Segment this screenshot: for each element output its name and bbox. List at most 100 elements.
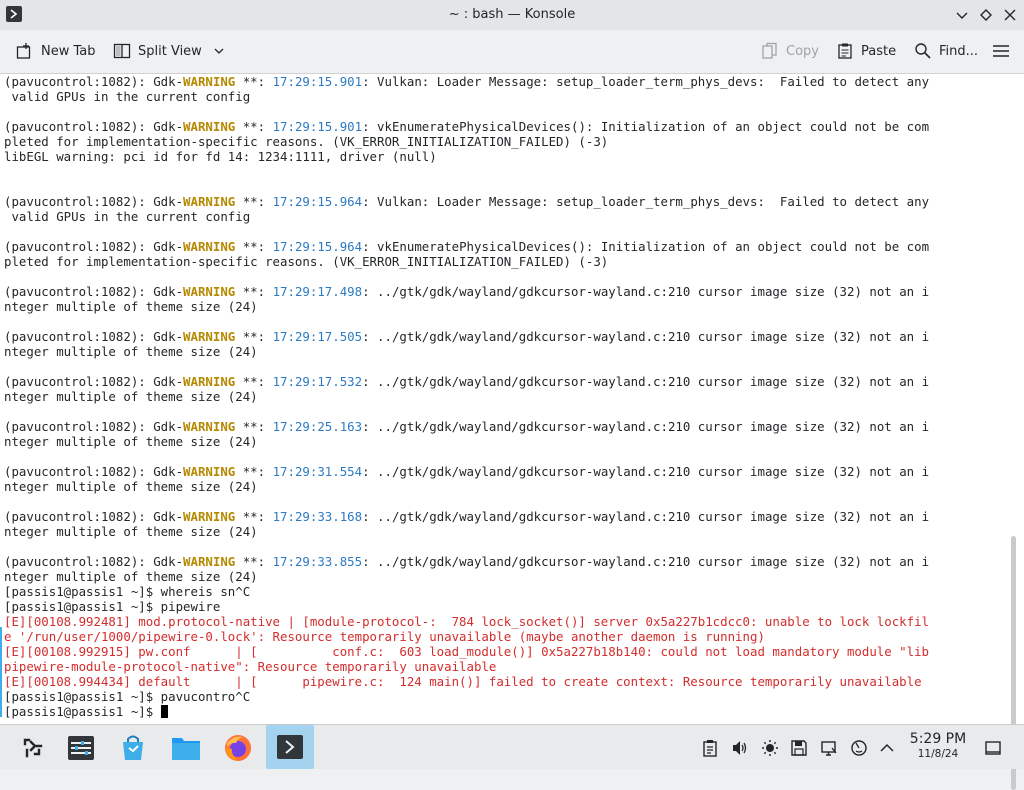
paste-button[interactable]: Paste <box>836 41 896 61</box>
clipboard-icon[interactable] <box>701 739 719 757</box>
line-text: pleted for implementation-specific reaso… <box>4 134 609 149</box>
warning-tag: WARNING <box>183 194 236 209</box>
line-text: pleted for implementation-specific reaso… <box>4 254 609 269</box>
terminal-line: (pavucontrol:1082): Gdk-WARNING **: 17:2… <box>4 284 1000 299</box>
window-title: ~ : bash — Konsole <box>448 7 576 22</box>
line-text: nteger multiple of theme size (24) <box>4 479 258 494</box>
line-text: **: <box>235 74 273 89</box>
volume-icon[interactable] <box>731 739 749 757</box>
error-text: [E][00108.992915] pw.conf | [ conf.c: 60… <box>4 644 930 659</box>
line-text: (pavucontrol:1082): Gdk- <box>4 419 184 434</box>
timestamp: 17:29:17.498 <box>272 284 363 299</box>
terminal-view[interactable]: (pavucontrol:1082): Gdk-WARNING **: 17:2… <box>0 74 1024 790</box>
line-text: **: <box>235 554 273 569</box>
terminal-line: nteger multiple of theme size (24) <box>4 389 1000 404</box>
toolbar: New Tab Split View Copy Paste Find... <box>0 30 1024 74</box>
line-text: : ../gtk/gdk/wayland/gdkcursor-wayland.c… <box>362 464 930 479</box>
find-label: Find... <box>939 43 979 59</box>
terminal-line: [E][00108.994434] default | [ pipewire.c… <box>4 674 1000 689</box>
line-text: **: <box>235 464 273 479</box>
terminal-line: [passis1@passis1 ~]$ whereis sn^C <box>4 584 1000 599</box>
find-button[interactable]: Find... <box>914 41 978 61</box>
line-text: **: <box>235 374 273 389</box>
taskbar <box>0 724 1024 769</box>
line-text: nteger multiple of theme size (24) <box>4 434 258 449</box>
warning-tag: WARNING <box>183 284 236 299</box>
timestamp: 17:29:15.901 <box>272 74 363 89</box>
line-text: : Vulkan: Loader Message: setup_loader_t… <box>362 194 930 209</box>
system-settings-icon[interactable] <box>61 729 101 767</box>
terminal-line: (pavucontrol:1082): Gdk-WARNING **: 17:2… <box>4 509 1000 524</box>
line-text: **: <box>235 239 273 254</box>
line-text: (pavucontrol:1082): Gdk- <box>4 119 184 134</box>
terminal-line: nteger multiple of theme size (24) <box>4 524 1000 539</box>
new-tab-icon <box>16 43 31 59</box>
warning-tag: WARNING <box>183 74 236 89</box>
split-view-button[interactable]: Split View <box>113 41 225 61</box>
paste-label: Paste <box>861 43 897 59</box>
warning-tag: WARNING <box>183 329 236 344</box>
error-text: [E][00108.992481] mod.protocol-native | … <box>4 614 930 629</box>
firefox-icon[interactable] <box>218 729 258 767</box>
copy-icon <box>762 42 777 59</box>
line-text: : ../gtk/gdk/wayland/gdkcursor-wayland.c… <box>362 419 930 434</box>
timestamp: 17:29:33.855 <box>272 554 363 569</box>
line-text: [passis1@passis1 ~]$ pavucontro^C <box>4 689 251 704</box>
line-text: (pavucontrol:1082): Gdk- <box>4 464 184 479</box>
warning-tag: WARNING <box>183 509 236 524</box>
line-text: [passis1@passis1 ~]$ pipewire <box>4 599 221 614</box>
warning-tag: WARNING <box>183 119 236 134</box>
new-tab-label: New Tab <box>41 43 96 59</box>
terminal-line: (pavucontrol:1082): Gdk-WARNING **: 17:2… <box>4 374 1000 389</box>
terminal-line: pleted for implementation-specific reaso… <box>4 254 1000 269</box>
konsole-task-icon[interactable] <box>266 725 314 769</box>
terminal-line: pleted for implementation-specific reaso… <box>4 134 1000 149</box>
brightness-icon[interactable] <box>761 739 779 757</box>
line-text: libEGL warning: pci id for fd 14: 1234:1… <box>4 149 437 164</box>
line-text: : vkEnumeratePhysicalDevices(): Initiali… <box>362 239 930 254</box>
warning-tag: WARNING <box>183 419 236 434</box>
line-text: : ../gtk/gdk/wayland/gdkcursor-wayland.c… <box>362 554 930 569</box>
application-launcher-icon[interactable] <box>13 729 53 767</box>
line-text: : vkEnumeratePhysicalDevices(): Initiali… <box>362 119 930 134</box>
line-text: (pavucontrol:1082): Gdk- <box>4 374 184 389</box>
hamburger-menu-icon[interactable] <box>992 41 1017 61</box>
dolphin-file-manager-icon[interactable] <box>166 729 206 767</box>
terminal-line: (pavucontrol:1082): Gdk-WARNING **: 17:2… <box>4 329 1000 344</box>
line-text: (pavucontrol:1082): Gdk- <box>4 239 184 254</box>
power-management-icon[interactable] <box>850 739 868 757</box>
show-desktop-icon[interactable] <box>984 739 1002 757</box>
copy-button[interactable]: Copy <box>761 41 819 61</box>
terminal-line: (pavucontrol:1082): Gdk-WARNING **: 17:2… <box>4 119 1000 134</box>
network-icon[interactable] <box>820 739 838 757</box>
line-text: : ../gtk/gdk/wayland/gdkcursor-wayland.c… <box>362 509 930 524</box>
storage-device-icon[interactable] <box>790 739 808 757</box>
terminal-line: (pavucontrol:1082): Gdk-WARNING **: 17:2… <box>4 239 1000 254</box>
line-text: nteger multiple of theme size (24) <box>4 299 258 314</box>
line-text: nteger multiple of theme size (24) <box>4 524 258 539</box>
chevron-down-icon <box>214 48 224 54</box>
terminal-line: (pavucontrol:1082): Gdk-WARNING **: 17:2… <box>4 74 1000 89</box>
new-tab-button[interactable]: New Tab <box>16 41 96 61</box>
terminal-line: [passis1@passis1 ~]$ pipewire <box>4 599 1000 614</box>
line-text: (pavucontrol:1082): Gdk- <box>4 554 184 569</box>
timestamp: 17:29:33.168 <box>272 509 363 524</box>
terminal-line: [passis1@passis1 ~]$ pavucontro^C <box>4 689 1000 704</box>
minimize-icon[interactable] <box>954 7 970 23</box>
line-text: (pavucontrol:1082): Gdk- <box>4 284 184 299</box>
clock-time[interactable]: 5:29 PM <box>900 731 976 747</box>
terminal-line: nteger multiple of theme size (24) <box>4 569 1000 584</box>
line-text: nteger multiple of theme size (24) <box>4 389 258 404</box>
terminal-line: pipewire-module-protocol-native": Resour… <box>4 659 1000 674</box>
maximize-icon[interactable] <box>978 7 994 23</box>
discover-store-icon[interactable] <box>113 729 153 767</box>
warning-tag: WARNING <box>183 239 236 254</box>
close-icon[interactable] <box>1002 7 1018 23</box>
split-view-icon <box>113 43 131 59</box>
terminal-line: (pavucontrol:1082): Gdk-WARNING **: 17:2… <box>4 464 1000 479</box>
clock-date[interactable]: 11/8/24 <box>900 748 976 760</box>
chevron-up-icon[interactable] <box>878 739 896 757</box>
